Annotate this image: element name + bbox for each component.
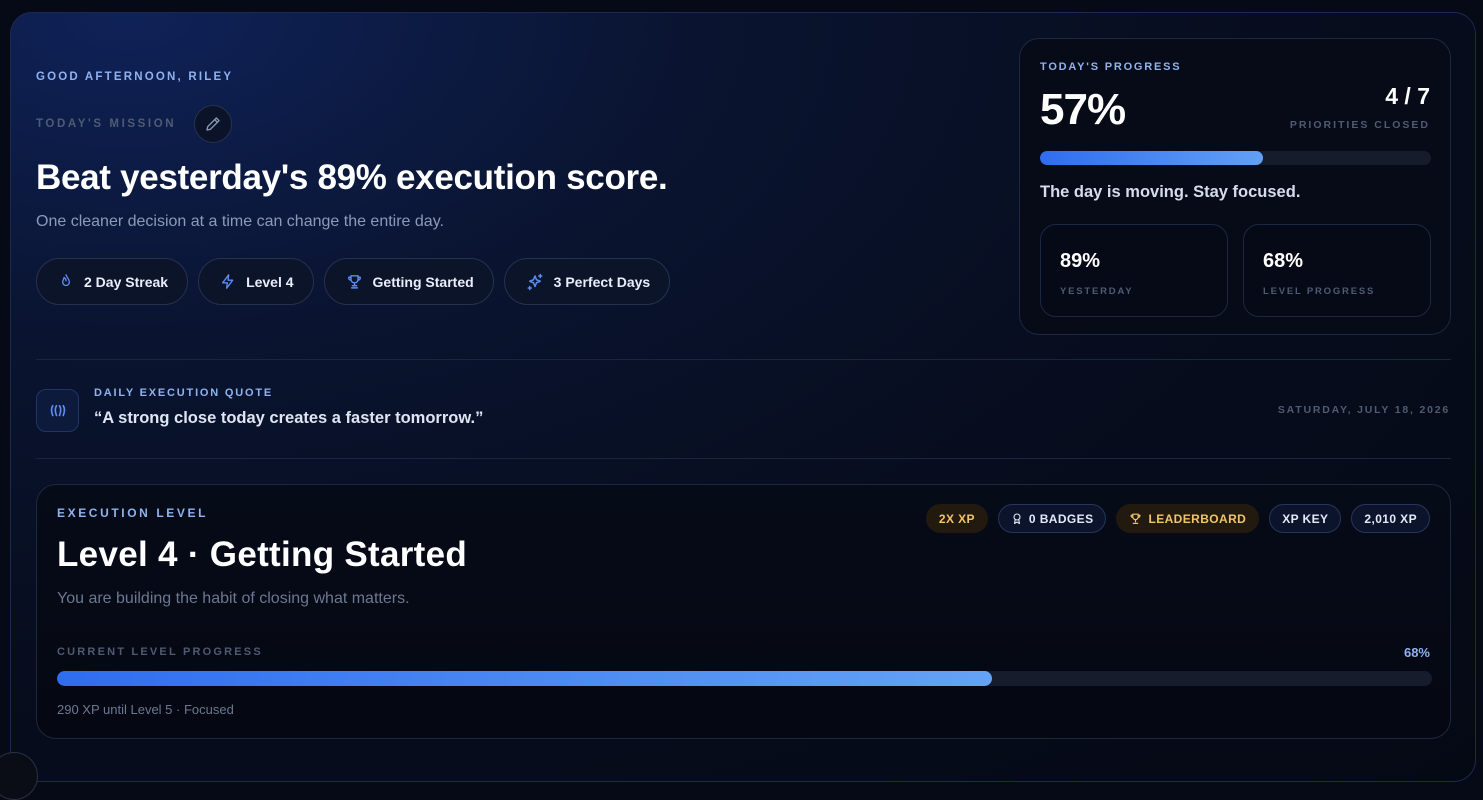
mission-row: TODAY'S MISSION [36, 105, 233, 143]
leaderboard-button[interactable]: LEADERBOARD [1116, 504, 1260, 533]
badges-count-button[interactable]: 0 BADGES [997, 504, 1107, 533]
yesterday-value: 89% [1060, 250, 1101, 272]
sparkles-icon [527, 273, 543, 290]
level-progress-bar [57, 671, 1432, 686]
level-progress-stat: 68% LEVEL PROGRESS [1243, 224, 1431, 317]
edit-mission-button[interactable] [194, 105, 233, 143]
progress-message: The day is moving. Stay focused. [1040, 183, 1301, 201]
chip-streak[interactable]: 2 Day Streak [36, 258, 189, 305]
progress-label: TODAY'S PROGRESS [1040, 61, 1182, 73]
xp-total-badge[interactable]: 2,010 XP [1351, 504, 1430, 533]
divider [36, 458, 1451, 459]
quote-label: DAILY EXECUTION QUOTE [94, 387, 273, 399]
level-progress-value: 68% [1263, 250, 1304, 272]
badge-label: LEADERBOARD [1148, 511, 1247, 526]
xp-remaining: 290 XP until Level 5 · Focused [57, 702, 234, 717]
chip-label: Getting Started [372, 273, 474, 290]
medal-icon [1013, 513, 1021, 525]
level-progress-label: LEVEL PROGRESS [1263, 286, 1376, 297]
xp-key-button[interactable]: XP KEY [1269, 504, 1342, 533]
divider [36, 359, 1451, 360]
priorities-ratio: 4 / 7 [1385, 83, 1430, 109]
quote-icon [36, 389, 79, 432]
priorities-label: PRIORITIES CLOSED [1289, 119, 1430, 131]
pencil-icon [206, 117, 220, 131]
chip-rank[interactable]: Getting Started [323, 258, 494, 305]
badge-label: 0 BADGES [1028, 511, 1094, 526]
flame-icon [62, 274, 70, 287]
badge-label: XP KEY [1282, 511, 1329, 526]
trophy-icon [1130, 513, 1141, 524]
double-xp-badge[interactable]: 2X XP [925, 504, 988, 533]
trophy-icon [347, 275, 361, 289]
greeting: GOOD AFTERNOON, RILEY [36, 71, 234, 83]
chip-perfect-days[interactable]: 3 Perfect Days [503, 258, 671, 305]
todays-progress-card: TODAY'S PROGRESS 57% 4 / 7 PRIORITIES CL… [1019, 38, 1451, 335]
yesterday-stat: 89% YESTERDAY [1040, 224, 1228, 317]
chip-label: Level 4 [246, 273, 294, 290]
quote-text: “A strong close today creates a faster t… [94, 409, 484, 427]
badge-label: 2X XP [938, 511, 975, 526]
lightning-icon [222, 274, 234, 289]
dashboard-panel: GOOD AFTERNOON, RILEY TODAY'S MISSION Be… [10, 12, 1476, 782]
level-badges: 2X XP 0 BADGES LEADERBOARD XP KEY 2,010 … [925, 504, 1430, 533]
level-progress-label: CURRENT LEVEL PROGRESS [57, 646, 263, 658]
level-label: EXECUTION LEVEL [57, 506, 209, 520]
execution-level-card: EXECUTION LEVEL Level 4 · Getting Starte… [36, 484, 1451, 739]
chip-level[interactable]: Level 4 [198, 258, 314, 305]
level-subtitle: You are building the habit of closing wh… [57, 590, 410, 607]
level-title: Level 4 · Getting Started [57, 535, 468, 574]
chip-label: 2 Day Streak [84, 273, 169, 290]
mission-headline: Beat yesterday's 89% execution score. [36, 158, 668, 197]
chip-label: 3 Perfect Days [553, 273, 651, 290]
mission-label: TODAY'S MISSION [36, 118, 177, 130]
yesterday-label: YESTERDAY [1060, 286, 1134, 297]
progress-bar [1040, 151, 1431, 165]
badge-label: 2,010 XP [1364, 511, 1417, 526]
progress-percent: 57% [1040, 85, 1126, 134]
progress-bar-fill [1040, 151, 1263, 165]
achievement-chips: 2 Day Streak Level 4 Getting Started 3 P… [36, 258, 671, 305]
mission-subline: One cleaner decision at a time can chang… [36, 213, 444, 230]
current-date: SATURDAY, JULY 18, 2026 [1277, 404, 1450, 416]
level-progress-percent: 68% [1403, 645, 1430, 660]
level-progress-fill [57, 671, 992, 686]
